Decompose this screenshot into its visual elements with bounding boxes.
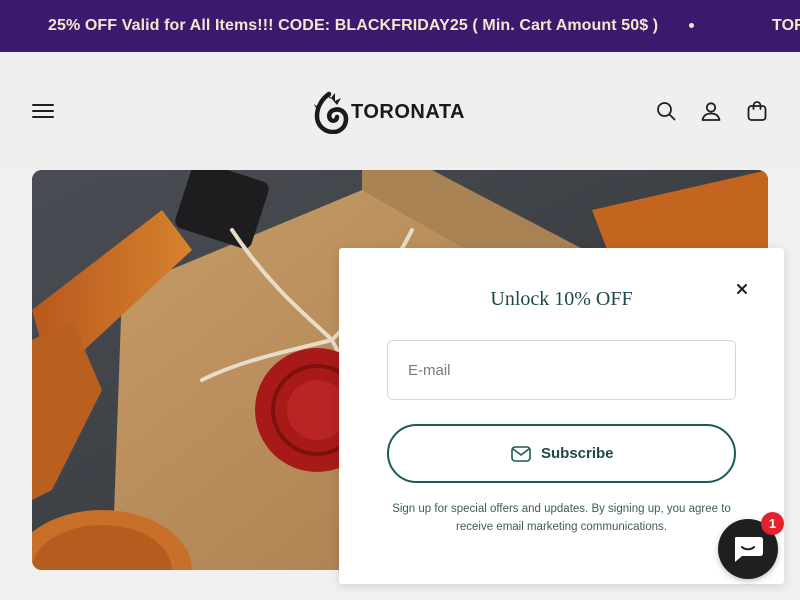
menu-icon[interactable]	[32, 102, 54, 120]
subscribe-label: Subscribe	[541, 445, 614, 462]
announcement-bar: 25% OFF Valid for All Items!!! CODE: BLA…	[0, 0, 800, 52]
site-logo[interactable]: TORONATA	[313, 90, 489, 134]
cart-icon[interactable]	[745, 99, 769, 123]
discount-popup: Unlock 10% OFF Subscribe Sign up for spe…	[339, 248, 784, 584]
mail-icon	[511, 446, 531, 462]
announcement-message: 25% OFF Valid for All Items!!! CODE: BLA…	[48, 17, 659, 34]
popup-title: Unlock 10% OFF	[490, 288, 633, 310]
popup-disclaimer: Sign up for special offers and updates. …	[392, 503, 731, 533]
dragon-logo-icon	[314, 91, 349, 134]
email-field[interactable]	[387, 340, 736, 400]
site-header: TORONATA	[0, 52, 800, 170]
announcement-separator-dot	[689, 23, 694, 28]
chat-bubble-icon	[735, 537, 763, 562]
logo-wordmark: TORONATA	[351, 101, 465, 123]
search-icon[interactable]	[654, 99, 678, 123]
account-icon[interactable]	[699, 99, 723, 123]
announcement-next-message: TOR	[772, 17, 800, 34]
close-icon[interactable]	[733, 280, 751, 298]
chat-unread-badge: 1	[761, 512, 784, 535]
subscribe-button[interactable]: Subscribe	[387, 424, 736, 483]
